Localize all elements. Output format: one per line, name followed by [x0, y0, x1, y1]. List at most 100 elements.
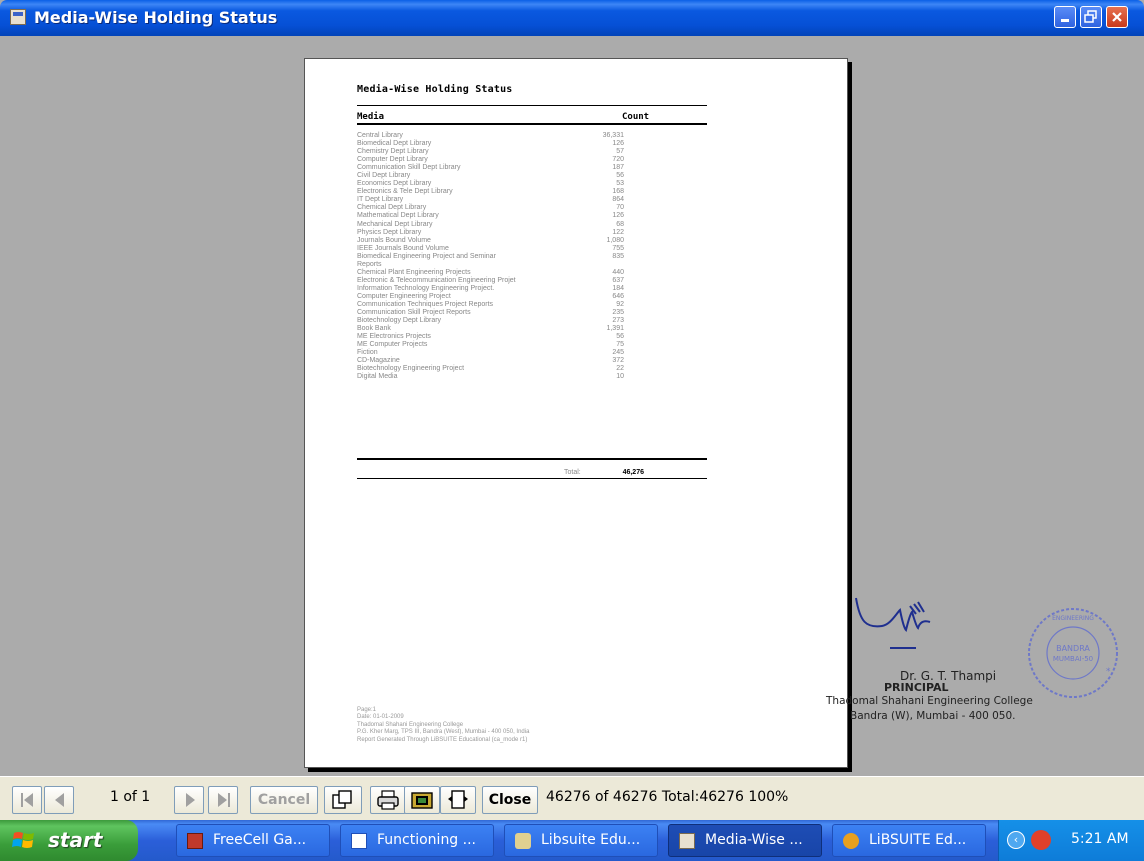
row-media: Biomedical Engineering Project and Semin… [357, 252, 496, 260]
freecell-icon [187, 833, 203, 849]
word-document-icon [351, 833, 367, 849]
export-button[interactable] [404, 786, 440, 814]
row-count: 68 [616, 220, 624, 228]
report-row: Digital Media 10 [357, 373, 707, 381]
total-value: 46,276 [622, 469, 644, 476]
row-count: 22 [616, 365, 624, 373]
column-header-count: Count [622, 112, 650, 122]
row-count: 440 [612, 268, 624, 276]
cancel-button[interactable]: Cancel [250, 786, 318, 814]
security-alert-icon[interactable] [1031, 830, 1051, 850]
signatory-address: Bandra (W), Mumbai - 400 050. [850, 710, 1016, 722]
minimize-button[interactable] [1054, 6, 1076, 28]
taskbar-item-freecell[interactable]: FreeCell Ga... [176, 824, 330, 857]
report-row: Biotechnology Dept Library 273 [357, 317, 707, 325]
report-row: Communication Skill Dept Library 187 [357, 164, 707, 172]
row-count: 273 [612, 317, 624, 325]
row-media: Biotechnology Engineering Project [357, 365, 465, 373]
total-top-rule [357, 458, 707, 460]
zoom-page-icon [332, 790, 352, 809]
column-header-media: Media [357, 112, 385, 122]
report-row: Journals Bound Volume 1,080 [357, 237, 707, 245]
report-row: Mechanical Dept Library 68 [357, 221, 707, 229]
row-media: Communication Skill Dept Library [357, 164, 461, 172]
report-row: Electronic & Telecommunication Engineeri… [357, 277, 707, 285]
row-media: Electronics & Tele Dept Library [357, 188, 453, 196]
previous-page-button[interactable] [44, 786, 74, 814]
taskbar-item-word[interactable]: Functioning ... [340, 824, 494, 857]
row-count: 235 [612, 309, 624, 317]
record-status: 46276 of 46276 Total:46276 100% [546, 789, 789, 805]
row-count: 835 [612, 252, 624, 260]
row-media: Biomedical Dept Library [357, 140, 432, 148]
report-page: Media-Wise Holding Status Media Count Ce… [304, 58, 848, 768]
start-button[interactable]: start [0, 820, 138, 861]
windows-flag-icon [12, 832, 34, 848]
row-count: 56 [616, 172, 624, 180]
row-count: 245 [612, 349, 624, 357]
header-bottom-rule [357, 123, 707, 125]
footer-line: Date: 01-01-2009 [357, 714, 404, 721]
row-count: 75 [616, 341, 624, 349]
next-page-button[interactable] [174, 786, 204, 814]
footer-line: Report Generated Through LiBSUITE Educat… [357, 736, 528, 743]
print-button[interactable] [370, 786, 406, 814]
row-media: ME Electronics Projects [357, 333, 431, 341]
svg-text:BANDRA: BANDRA [1056, 644, 1090, 653]
previous-page-icon [55, 793, 64, 807]
close-preview-button[interactable]: Close [482, 786, 538, 814]
row-media: CD-Magazine [357, 357, 400, 365]
show-hidden-icons-button[interactable]: ‹ [1007, 831, 1025, 849]
row-media: Mechanical Dept Library [357, 220, 433, 228]
report-row: Communication Skill Project Reports 235 [357, 309, 707, 317]
row-media: Computer Dept Library [357, 156, 428, 164]
report-row: Mathematical Dept Library 126 [357, 212, 707, 220]
row-media: Chemistry Dept Library [357, 148, 429, 156]
row-count: 126 [612, 212, 624, 220]
report-row: Fiction 245 [357, 349, 707, 357]
window-titlebar[interactable]: Media-Wise Holding Status [0, 0, 1144, 36]
report-app-icon [10, 9, 26, 25]
report-row: Electronics & Tele Dept Library 168 [357, 188, 707, 196]
clock: 5:21 AM [1071, 831, 1129, 847]
close-icon [1112, 12, 1122, 22]
close-window-button[interactable] [1106, 6, 1128, 28]
row-media: Chemical Plant Engineering Projects [357, 268, 471, 276]
footer-line: Page:1 [357, 707, 377, 713]
row-media: Electronic & Telecommunication Engineeri… [357, 276, 516, 284]
report-app-icon [679, 833, 695, 849]
report-row: Central Library 36,331 [357, 132, 707, 140]
report-row: ME Computer Projects 75 [357, 341, 707, 349]
report-row: Biotechnology Engineering Project 22 [357, 365, 707, 373]
total-label: Total: [564, 469, 581, 476]
last-page-button[interactable] [208, 786, 238, 814]
row-count: 1,391 [606, 325, 624, 333]
row-count: 372 [612, 357, 624, 365]
row-count: 36,331 [602, 132, 624, 139]
start-label: start [48, 828, 103, 852]
row-count: 92 [616, 300, 624, 308]
footer-line: P.G. Kher Marg, TPS III, Bandra (West), … [357, 729, 530, 736]
signature-scribble [855, 597, 931, 649]
row-count: 184 [612, 284, 624, 292]
taskbar-item-libsuite[interactable]: LiBSUITE Ed... [832, 824, 986, 857]
first-page-button[interactable] [12, 786, 42, 814]
svg-text:*: * [1106, 667, 1111, 677]
row-media: Fiction [357, 349, 378, 357]
zoom-button[interactable] [324, 786, 362, 814]
row-media: Reports [357, 260, 382, 268]
row-media: IT Dept Library [357, 196, 404, 204]
taskbar-item-media-wise[interactable]: Media-Wise ... [668, 824, 822, 857]
row-media: Digital Media [357, 373, 398, 381]
signatory-title: PRINCIPAL [884, 681, 949, 694]
row-count: 10 [616, 373, 624, 381]
report-rows: Central Library 36,331 Biomedical Dept Lib… [357, 132, 707, 381]
signatory-college: Thadomal Shahani Engineering College [826, 695, 1033, 707]
row-media: Physics Dept Library [357, 228, 422, 236]
restore-button[interactable] [1080, 6, 1102, 28]
row-media: Central Library [357, 132, 403, 139]
row-media: Computer Engineering Project [357, 292, 451, 300]
window-title: Media-Wise Holding Status [34, 8, 278, 27]
taskbar-item-libsuite-edu[interactable]: Libsuite Edu... [504, 824, 658, 857]
page-setup-button[interactable] [440, 786, 476, 814]
